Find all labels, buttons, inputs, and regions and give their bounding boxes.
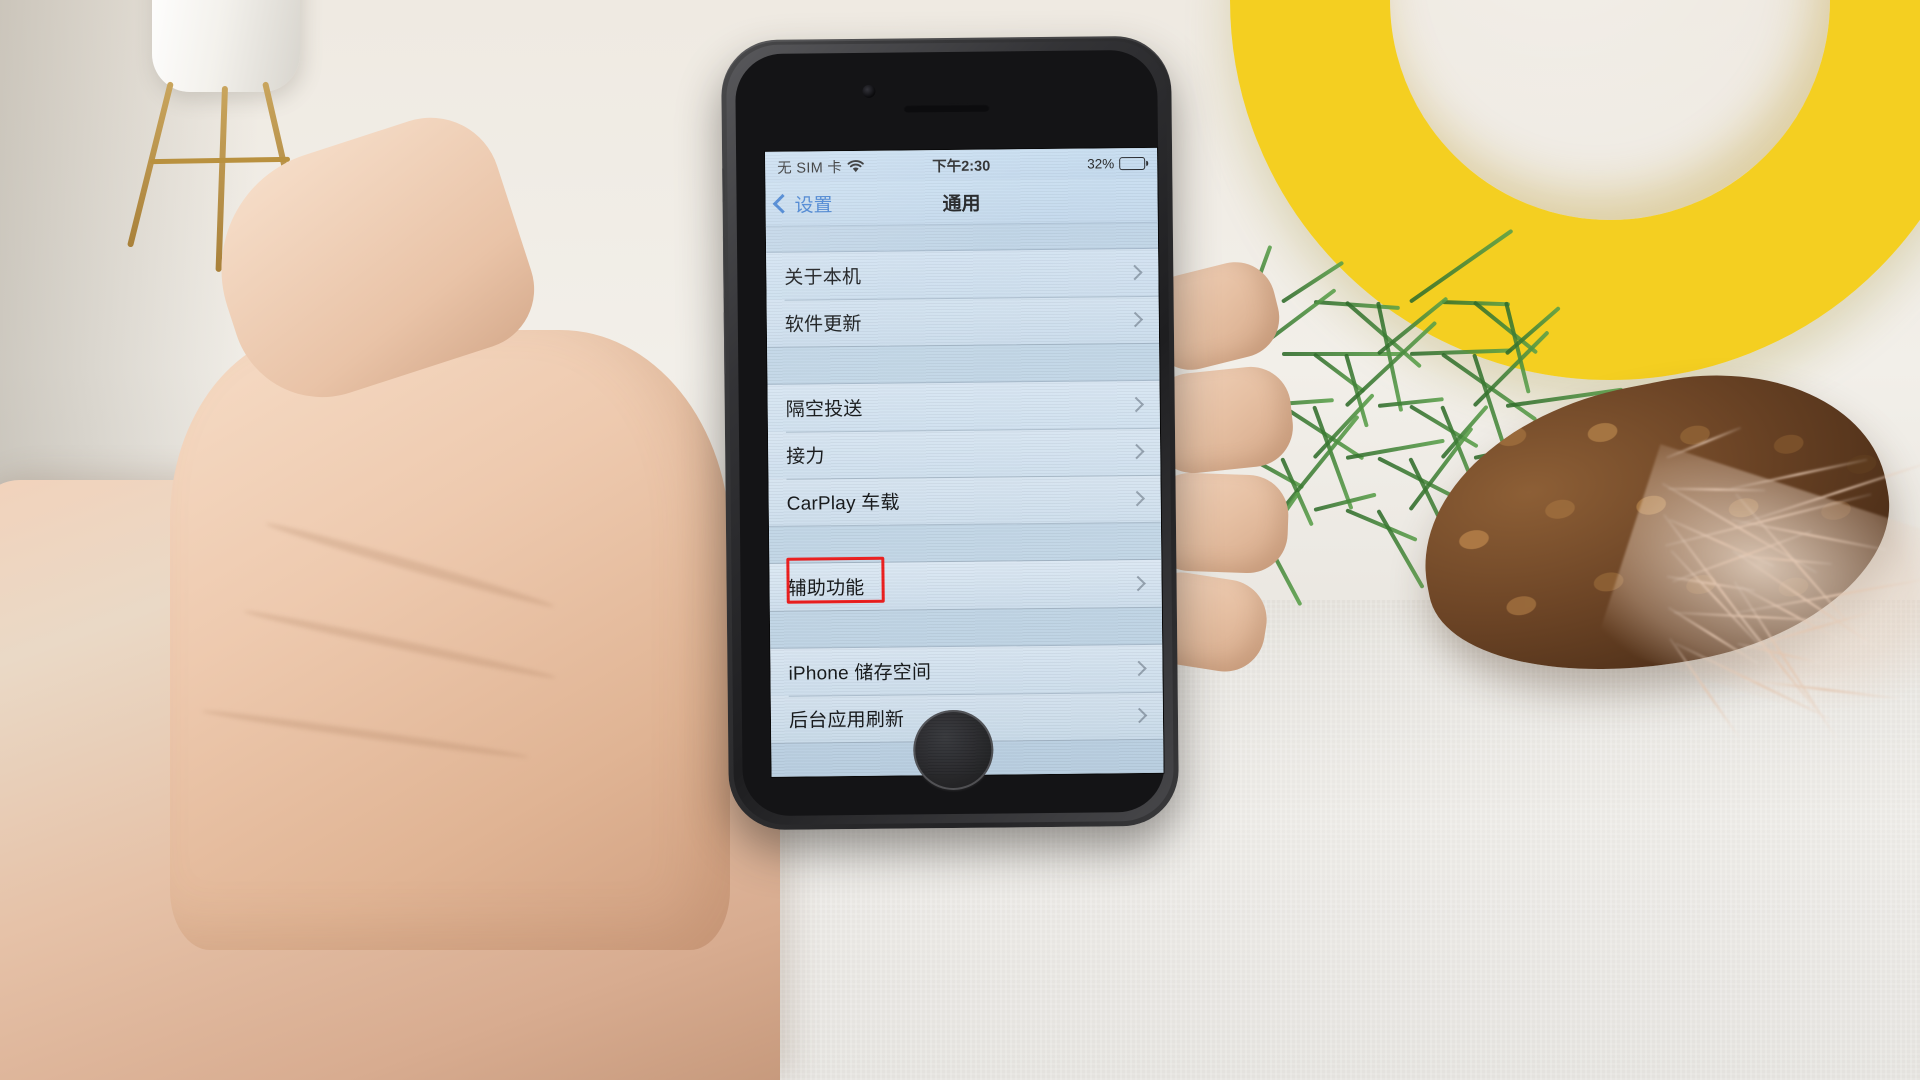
back-button-label: 设置 <box>794 194 833 217</box>
settings-row[interactable]: 关于本机 <box>766 248 1159 300</box>
settings-row-label: 隔空投送 <box>785 398 863 421</box>
palm <box>170 330 730 950</box>
settings-group: 关于本机 软件更新 <box>766 247 1160 348</box>
settings-row[interactable]: 软件更新 <box>766 295 1160 347</box>
settings-list[interactable]: 关于本机 软件更新 隔空投送 接力 CarPlay 车载 辅助功能 iPhone 储存空间后… <box>765 221 1164 777</box>
tinsel-strand <box>1735 575 1920 614</box>
settings-row[interactable]: 隔空投送 <box>767 380 1160 432</box>
screenshot-stage: 无 SIM 卡 下午2:30 32% 设置 通用 关于本机 软件更新 隔空投送 … <box>0 0 1920 1080</box>
settings-row-label: 辅助功能 <box>787 577 865 600</box>
settings-row-label: iPhone 储存空间 <box>788 662 932 685</box>
list-group-gap <box>767 344 1159 384</box>
settings-row-label: 关于本机 <box>784 266 862 289</box>
phone-screen: 无 SIM 卡 下午2:30 32% 设置 通用 关于本机 软件更新 隔空投送 … <box>765 147 1164 777</box>
pine-needle <box>1344 320 1438 408</box>
status-bar-right: 32% <box>1087 155 1146 172</box>
tinsel-strand <box>1668 487 1766 492</box>
earpiece-speaker <box>903 103 990 113</box>
list-group-gap <box>766 222 1158 252</box>
front-camera-icon <box>862 84 876 98</box>
status-bar-left: 无 SIM 卡 <box>777 155 864 177</box>
chevron-left-icon <box>772 193 793 214</box>
settings-row[interactable]: 辅助功能 <box>769 559 1162 611</box>
pine-needle <box>1472 330 1550 408</box>
settings-group: 辅助功能 <box>769 558 1162 612</box>
status-bar: 无 SIM 卡 下午2:30 32% <box>765 147 1158 182</box>
home-button[interactable] <box>912 709 994 791</box>
white-pot-decoration <box>152 0 300 92</box>
battery-percent-label: 32% <box>1087 155 1115 172</box>
navigation-bar: 设置 通用 <box>765 177 1158 227</box>
list-group-gap <box>769 523 1161 563</box>
settings-row[interactable]: 接力 <box>767 427 1161 479</box>
list-group-gap <box>770 608 1162 648</box>
pine-needle <box>1409 348 1513 356</box>
settings-row-label: 接力 <box>786 446 825 468</box>
wifi-icon <box>847 159 864 172</box>
iphone-device: 无 SIM 卡 下午2:30 32% 设置 通用 关于本机 软件更新 隔空投送 … <box>720 35 1180 831</box>
settings-group: 隔空投送接力 CarPlay 车载 <box>767 379 1161 527</box>
back-button[interactable]: 设置 <box>772 190 833 218</box>
settings-row[interactable]: iPhone 储存空间 <box>770 644 1163 696</box>
phone-front-glass: 无 SIM 卡 下午2:30 32% 设置 通用 关于本机 软件更新 隔空投送 … <box>735 49 1165 817</box>
settings-row-label: 软件更新 <box>784 313 862 336</box>
tinsel-strand <box>1737 642 1821 664</box>
phone-frame: 无 SIM 卡 下午2:30 32% 设置 通用 关于本机 软件更新 隔空投送 … <box>725 40 1175 826</box>
battery-icon <box>1119 156 1146 170</box>
tinsel-strand <box>1735 493 1868 645</box>
pine-needle <box>1282 352 1402 356</box>
carrier-label: 无 SIM 卡 <box>777 159 843 177</box>
settings-row-label: CarPlay 车载 <box>786 492 900 515</box>
settings-row[interactable]: CarPlay 车载 <box>768 474 1161 526</box>
